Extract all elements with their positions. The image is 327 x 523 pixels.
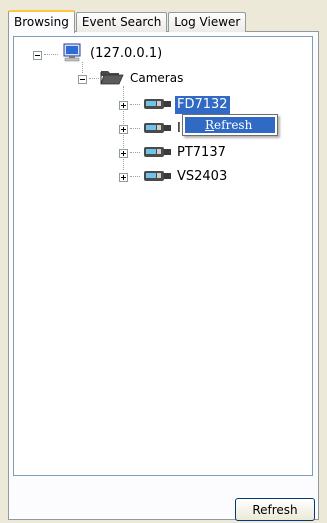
browsing-panel: (127.0.0.1) Cameras FD7132 PT7137 VS2403… [8, 31, 319, 521]
tree-node-camera-content[interactable]: FD7132 [143, 95, 230, 115]
tab-event-search[interactable]: Event Search [75, 12, 168, 32]
tree-node-root-content[interactable]: (127.0.0.1) [62, 43, 164, 66]
root-host-label: (127.0.0.1) [90, 46, 163, 61]
expand-camera-icon[interactable] [119, 148, 128, 158]
tree-line [130, 104, 140, 105]
open-folder-icon [100, 68, 124, 89]
tree-line [130, 128, 140, 129]
cameras-folder-label: Cameras [130, 71, 184, 85]
camera-icon [143, 97, 173, 114]
tab-strip: Browsing Event Search Log Viewer [8, 10, 247, 33]
expand-camera-icon[interactable] [119, 124, 128, 134]
expand-camera-icon[interactable] [119, 172, 128, 182]
tab-browsing[interactable]: Browsing [8, 10, 75, 33]
camera-label[interactable]: VS2403 [175, 168, 229, 186]
window: Browsing Event Search Log Viewer (127.0.… [0, 0, 327, 523]
context-menu-refresh[interactable]: Refresh [185, 117, 275, 133]
computer-icon [62, 43, 82, 66]
tree-line [130, 176, 140, 177]
tree-node-camera[interactable] [119, 167, 128, 187]
collapse-cameras-icon[interactable] [78, 74, 87, 84]
collapse-root-icon[interactable] [33, 50, 42, 60]
tree-node-root[interactable] [33, 45, 42, 65]
tree-node-camera[interactable] [119, 119, 128, 139]
refresh-menu-text: efresh [214, 118, 253, 132]
refresh-button[interactable]: Refresh [235, 498, 315, 521]
expand-camera-icon[interactable] [119, 100, 128, 110]
camera-icon [143, 169, 173, 186]
camera-label[interactable]: PT7137 [175, 144, 228, 162]
tree-node-camera-content[interactable]: PT7137 [143, 143, 228, 163]
tree-line [44, 54, 58, 55]
camera-label[interactable]: FD7132 [175, 96, 230, 114]
device-tree[interactable]: (127.0.0.1) Cameras FD7132 PT7137 VS2403 [13, 36, 313, 476]
tree-node-cameras-content[interactable]: Cameras [100, 68, 185, 88]
camera-icon [143, 145, 173, 162]
tree-node-cameras[interactable] [78, 69, 87, 89]
tree-node-camera[interactable] [119, 143, 128, 163]
camera-icon [143, 121, 173, 138]
tree-line [130, 152, 140, 153]
refresh-accelerator: R [205, 118, 215, 132]
tree-node-camera-content[interactable]: VS2403 [143, 167, 229, 187]
tree-line [89, 78, 99, 79]
tab-log-viewer[interactable]: Log Viewer [168, 12, 247, 32]
tree-node-camera[interactable] [119, 95, 128, 115]
context-menu: Refresh [182, 114, 278, 136]
